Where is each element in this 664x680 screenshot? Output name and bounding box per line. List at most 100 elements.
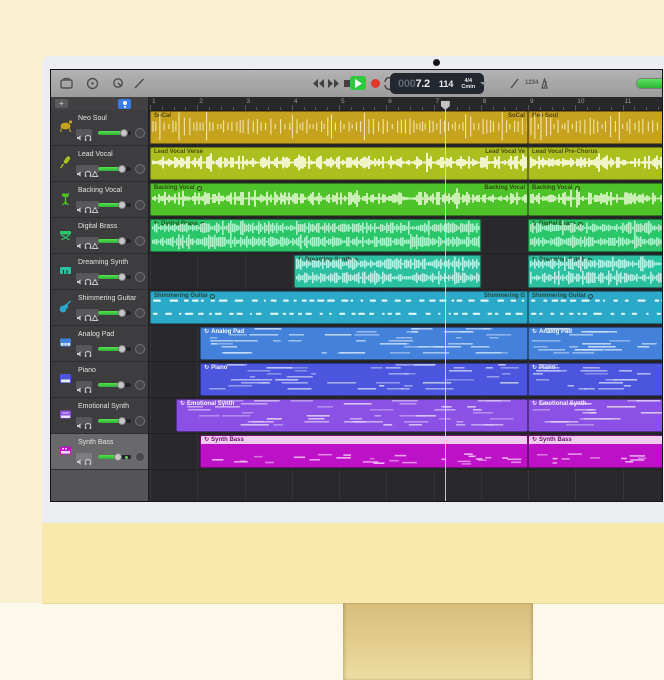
track-header-backing-vocal[interactable]: Backing Vocal bbox=[51, 182, 148, 218]
rewind-button[interactable] bbox=[312, 77, 325, 90]
volume-knob[interactable] bbox=[118, 417, 126, 425]
volume-knob[interactable] bbox=[120, 129, 128, 137]
bar-ruler[interactable]: 1234567891011 bbox=[149, 97, 663, 111]
pan-knob[interactable] bbox=[135, 344, 145, 354]
volume-knob[interactable] bbox=[118, 345, 126, 353]
solo-button[interactable] bbox=[84, 345, 92, 353]
region-shimmering-guitar[interactable]: Shimmering Guitar bbox=[528, 291, 663, 324]
region-socal[interactable]: SoCalSoCal bbox=[150, 111, 528, 144]
solo-button[interactable] bbox=[84, 453, 92, 461]
region-emotional-synth[interactable]: ↻Emotional Synth bbox=[176, 399, 528, 432]
region-shimmering-guitar[interactable]: Shimmering GuitarShimmering G bbox=[150, 291, 528, 324]
volume-knob[interactable] bbox=[118, 201, 126, 209]
volume-slider[interactable] bbox=[98, 239, 131, 243]
pan-knob[interactable] bbox=[135, 416, 145, 426]
region-digital-brass[interactable]: ↻Digital Brass bbox=[528, 219, 663, 252]
region-lead-vocal-pre-chorus[interactable]: Lead Vocal Pre-Chorus bbox=[528, 147, 663, 180]
region-lead-vocal-verse[interactable]: Lead Vocal VerseLead Vocal Ve bbox=[150, 147, 528, 180]
record-button[interactable] bbox=[371, 79, 380, 88]
region-piano[interactable]: ↻Piano bbox=[528, 363, 663, 396]
region-emotional-synth[interactable]: ↻Emotional Synth bbox=[528, 399, 663, 432]
region-piano[interactable]: ↻Piano bbox=[200, 363, 528, 396]
region-backing-vocal[interactable]: Backing VocalBacking Vocal bbox=[150, 183, 528, 216]
lcd-key: Cmin bbox=[461, 84, 475, 90]
volume-knob[interactable] bbox=[114, 453, 122, 461]
pan-knob[interactable] bbox=[135, 128, 145, 138]
track-header-emotional-synth[interactable]: Emotional Synth bbox=[51, 398, 148, 434]
track-lane[interactable]: ↻Synth Bass↻Synth Bass bbox=[149, 434, 663, 470]
region-analog-pad[interactable]: ↻Analog Pad bbox=[200, 327, 528, 360]
track-header-piano[interactable]: Piano bbox=[51, 362, 148, 398]
lcd-chevron-icon[interactable] bbox=[480, 82, 486, 85]
volume-knob[interactable] bbox=[118, 237, 126, 245]
add-track-button[interactable]: + bbox=[55, 99, 68, 108]
track-lane[interactable]: SoCalSoCalNeo Soul bbox=[149, 110, 663, 146]
pan-knob[interactable] bbox=[135, 308, 145, 318]
track-lane[interactable]: Lead Vocal VerseLead Vocal VeLead Vocal … bbox=[149, 146, 663, 182]
volume-slider[interactable] bbox=[98, 419, 131, 423]
region-synth-bass[interactable]: ↻Synth Bass bbox=[528, 435, 663, 468]
track-lane[interactable]: ↻Analog Pad↻Analog Pad bbox=[149, 326, 663, 362]
track-header-dreaming-synth[interactable]: Dreaming Synth bbox=[51, 254, 148, 290]
count-in-button[interactable]: 1234 bbox=[525, 80, 538, 86]
pan-knob[interactable] bbox=[135, 236, 145, 246]
forward-button[interactable] bbox=[327, 77, 340, 90]
playhead-line bbox=[445, 110, 446, 502]
pan-knob[interactable] bbox=[135, 200, 145, 210]
volume-knob[interactable] bbox=[117, 381, 125, 389]
timeline-area[interactable]: 1234567891011 SoCalSoCalNeo SoulLead Voc… bbox=[148, 97, 663, 502]
metronome-icon[interactable] bbox=[539, 78, 550, 89]
track-lane[interactable]: ↻Piano↻Piano bbox=[149, 362, 663, 398]
region-dreaming-synth[interactable]: ↻Dreaming Synth bbox=[294, 255, 481, 288]
solo-button[interactable] bbox=[84, 417, 92, 425]
pan-knob[interactable] bbox=[135, 452, 145, 462]
lcd-display[interactable]: 0007.2 114 4/4 Cmin bbox=[390, 73, 484, 94]
volume-slider[interactable] bbox=[98, 203, 131, 207]
track-header-digital-brass[interactable]: Digital Brass bbox=[51, 218, 148, 254]
lcd-position: 7.2 bbox=[415, 78, 429, 90]
garageband-window: 0007.2 114 4/4 Cmin 1234 bbox=[50, 69, 663, 502]
pan-knob[interactable] bbox=[135, 164, 145, 174]
track-header-synth-bass[interactable]: Synth Bass bbox=[51, 434, 148, 470]
track-header-shimmering-guitar[interactable]: Shimmering Guitar bbox=[51, 290, 148, 326]
volume-knob[interactable] bbox=[118, 309, 126, 317]
pan-knob[interactable] bbox=[135, 380, 145, 390]
track-header-lead-vocal[interactable]: Lead Vocal bbox=[51, 146, 148, 182]
master-volume-slider[interactable] bbox=[636, 78, 663, 89]
region-synth-bass[interactable]: ↻Synth Bass bbox=[200, 435, 528, 468]
solo-button[interactable] bbox=[84, 129, 92, 137]
scene: 0007.2 114 4/4 Cmin 1234 bbox=[0, 0, 664, 680]
region-analog-pad[interactable]: ↻Analog Pad bbox=[528, 327, 663, 360]
track-lane[interactable]: Shimmering GuitarShimmering GShimmering … bbox=[149, 290, 663, 326]
region-backing-vocal[interactable]: Backing Vocal bbox=[528, 183, 663, 216]
volume-slider[interactable] bbox=[98, 275, 131, 279]
volume-slider[interactable] bbox=[98, 131, 131, 135]
solo-button[interactable] bbox=[84, 381, 92, 389]
track-header-blue-button[interactable] bbox=[118, 99, 131, 109]
smart-controls-icon[interactable] bbox=[111, 76, 126, 91]
track-lane[interactable]: Backing VocalBacking VocalBacking Vocal bbox=[149, 182, 663, 218]
tuner-icon[interactable] bbox=[507, 76, 522, 91]
track-header-neo-soul[interactable]: Neo Soul bbox=[51, 110, 148, 146]
library-icon[interactable] bbox=[59, 76, 74, 91]
ruler-bar-number: 4 bbox=[294, 98, 298, 105]
pan-knob[interactable] bbox=[135, 272, 145, 282]
region-digital-brass[interactable]: ↻Digital Brass bbox=[150, 219, 481, 252]
track-lane[interactable]: ↻Digital Brass ↻Digital Brass bbox=[149, 218, 663, 254]
volume-slider[interactable] bbox=[98, 455, 131, 459]
volume-slider[interactable] bbox=[98, 311, 131, 315]
track-header-topbar: + bbox=[51, 97, 148, 111]
volume-slider[interactable] bbox=[98, 347, 131, 351]
region-neo-soul[interactable]: Neo Soul bbox=[528, 111, 663, 144]
track-header-analog-pad[interactable]: Analog Pad bbox=[51, 326, 148, 362]
quick-help-icon[interactable] bbox=[85, 76, 100, 91]
track-lane[interactable]: ↻Emotional Synth↻Emotional Synth bbox=[149, 398, 663, 434]
volume-slider[interactable] bbox=[98, 167, 131, 171]
track-lane[interactable]: ↻Dreaming Synth ↻Dreaming Synth bbox=[149, 254, 663, 290]
region-dreaming-synth[interactable]: ↻Dreaming Synth bbox=[528, 255, 663, 288]
play-button[interactable] bbox=[350, 76, 366, 90]
editor-pencil-icon[interactable] bbox=[132, 76, 147, 91]
volume-slider[interactable] bbox=[98, 383, 131, 387]
volume-knob[interactable] bbox=[118, 165, 126, 173]
volume-knob[interactable] bbox=[118, 273, 126, 281]
